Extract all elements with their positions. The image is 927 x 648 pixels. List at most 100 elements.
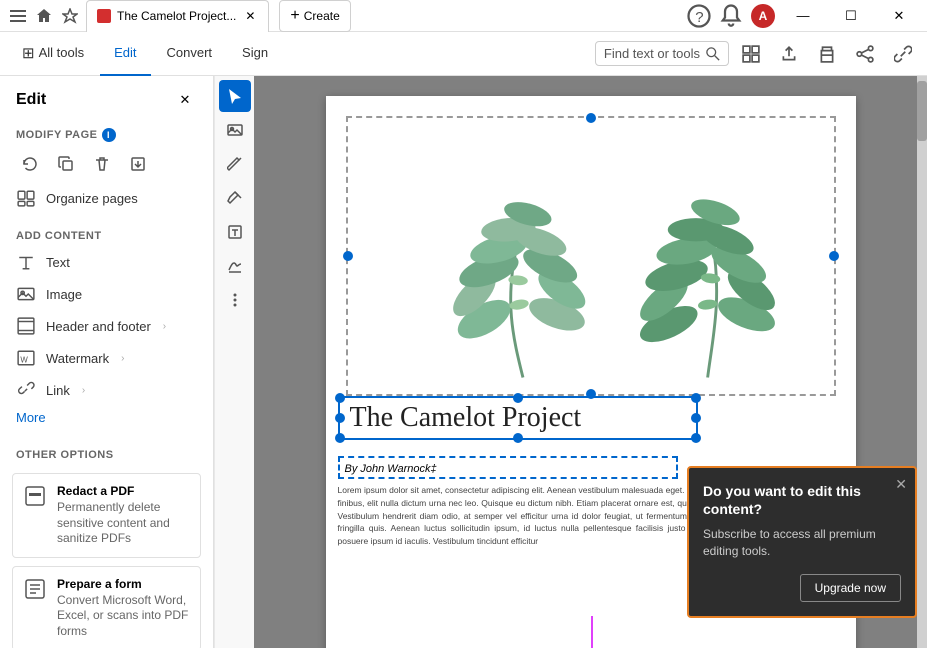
handle-lc[interactable] — [335, 413, 345, 423]
scroll-thumb[interactable] — [917, 81, 927, 141]
signature-tool-button[interactable] — [219, 250, 251, 282]
draw-tool-button[interactable] — [219, 148, 251, 180]
header-footer-icon — [16, 316, 36, 336]
all-tools-label: All tools — [39, 45, 85, 60]
watermark-label: Watermark — [46, 351, 109, 366]
prepare-form-card[interactable]: Prepare a form Convert Microsoft Word, E… — [12, 566, 201, 648]
watermark-item[interactable]: W Watermark › — [0, 342, 213, 374]
main-content: Edit ✕ MODIFY PAGE i Organiz — [0, 76, 927, 648]
star-icon[interactable] — [60, 6, 80, 26]
link-item[interactable]: Link › — [0, 374, 213, 406]
handle-tc[interactable] — [513, 393, 523, 403]
upload-icon[interactable] — [773, 38, 805, 70]
home-icon[interactable] — [34, 6, 54, 26]
upgrade-button[interactable]: Upgrade now — [800, 574, 901, 602]
eraser-tool-button[interactable] — [219, 182, 251, 214]
tab-all-tools[interactable]: ⊞ All tools — [8, 32, 98, 76]
svg-text:?: ? — [695, 9, 703, 26]
selection-handle-right[interactable] — [829, 251, 839, 261]
page-title: The Camelot Project — [350, 402, 582, 433]
text-edit-tool-button[interactable] — [219, 216, 251, 248]
more-tools-button[interactable] — [219, 284, 251, 316]
panel-title: Edit — [16, 91, 46, 109]
undo-icon[interactable] — [16, 150, 44, 178]
extract-icon[interactable] — [124, 150, 152, 178]
link-icon[interactable] — [887, 38, 919, 70]
avatar[interactable]: A — [751, 4, 775, 28]
new-tab-label: Create — [304, 9, 340, 23]
share-icon[interactable] — [849, 38, 881, 70]
handle-bl[interactable] — [335, 433, 345, 443]
titlebar: The Camelot Project... ✕ + Create ? A — … — [0, 0, 927, 32]
text-item[interactable]: Text — [0, 246, 213, 278]
main-toolbar: ⊞ All tools Edit Convert Sign Find text … — [0, 32, 927, 76]
copy-icon[interactable] — [52, 150, 80, 178]
form-title: Prepare a form — [57, 577, 190, 591]
delete-icon[interactable] — [88, 150, 116, 178]
canvas-area[interactable]: The Camelot Project By John Warnock‡ Lor… — [254, 76, 927, 648]
popup-title: Do you want to edit this content? — [703, 482, 901, 518]
scroll-track[interactable] — [917, 76, 927, 648]
accent-line — [591, 616, 593, 648]
image-selection-box[interactable] — [346, 116, 836, 396]
hamburger-menu-icon[interactable] — [8, 6, 28, 26]
header-footer-label: Header and footer — [46, 319, 151, 334]
author-text: By John Warnock‡ — [345, 463, 437, 475]
upgrade-popup: ✕ Do you want to edit this content? Subs… — [687, 466, 917, 618]
close-button[interactable]: ✕ — [879, 0, 919, 32]
organize-pages-item[interactable]: Organize pages — [0, 182, 213, 214]
redact-title: Redact a PDF — [57, 484, 190, 498]
search-icon — [706, 47, 720, 61]
image-label: Image — [46, 287, 82, 302]
handle-rc[interactable] — [691, 413, 701, 423]
link-label: Link — [46, 383, 70, 398]
image-item[interactable]: Image — [0, 278, 213, 310]
redact-desc: Permanently delete sensitive content and… — [57, 500, 190, 547]
tab-edit[interactable]: Edit — [100, 32, 150, 76]
maximize-button[interactable]: ☐ — [831, 0, 871, 32]
image-icon — [16, 284, 36, 304]
selection-handle-left[interactable] — [343, 251, 353, 261]
botanical-image — [348, 121, 834, 391]
handle-br[interactable] — [691, 433, 701, 443]
header-footer-item[interactable]: Header and footer › — [0, 310, 213, 342]
search-box[interactable]: Find text or tools — [595, 41, 729, 66]
redact-icon — [23, 484, 47, 508]
watermark-icon: W — [16, 348, 36, 368]
notifications-icon[interactable] — [719, 4, 743, 28]
tab-title: The Camelot Project... — [117, 9, 236, 23]
handle-tl[interactable] — [335, 393, 345, 403]
tab-convert[interactable]: Convert — [153, 32, 227, 76]
form-icon — [23, 577, 47, 601]
search-label: Find text or tools — [604, 46, 700, 61]
handle-bc[interactable] — [513, 433, 523, 443]
view-mode-icon[interactable] — [735, 38, 767, 70]
toolbar-right: Find text or tools — [595, 38, 919, 70]
author-box[interactable]: By John Warnock‡ — [338, 456, 678, 479]
print-icon[interactable] — [811, 38, 843, 70]
active-tab[interactable]: The Camelot Project... ✕ — [86, 0, 269, 32]
image-tool-button[interactable] — [219, 114, 251, 146]
tab-favicon — [97, 9, 111, 23]
text-label: Text — [46, 255, 70, 270]
link-icon-sidebar — [16, 380, 36, 400]
select-tool-button[interactable] — [219, 80, 251, 112]
tab-sign[interactable]: Sign — [228, 32, 282, 76]
popup-close-button[interactable]: ✕ — [895, 476, 907, 493]
help-icon[interactable]: ? — [687, 4, 711, 28]
organize-pages-icon — [16, 188, 36, 208]
minimize-button[interactable]: — — [783, 0, 823, 32]
redact-pdf-card[interactable]: Redact a PDF Permanently delete sensitiv… — [12, 473, 201, 558]
title-selection-box[interactable]: The Camelot Project — [338, 396, 698, 440]
edit-label: Edit — [114, 45, 136, 60]
panel-close-button[interactable]: ✕ — [173, 88, 197, 112]
titlebar-right: ? A — ☐ ✕ — [687, 0, 919, 32]
modify-section-label: MODIFY PAGE i — [0, 120, 213, 146]
popup-description: Subscribe to access all premium editing … — [703, 526, 901, 560]
selection-handle-top[interactable] — [586, 113, 596, 123]
new-tab-button[interactable]: + Create — [279, 0, 350, 32]
handle-tr[interactable] — [691, 393, 701, 403]
tab-close-button[interactable]: ✕ — [242, 8, 258, 24]
more-link[interactable]: More — [0, 406, 213, 433]
form-desc: Convert Microsoft Word, Excel, or scans … — [57, 593, 190, 640]
